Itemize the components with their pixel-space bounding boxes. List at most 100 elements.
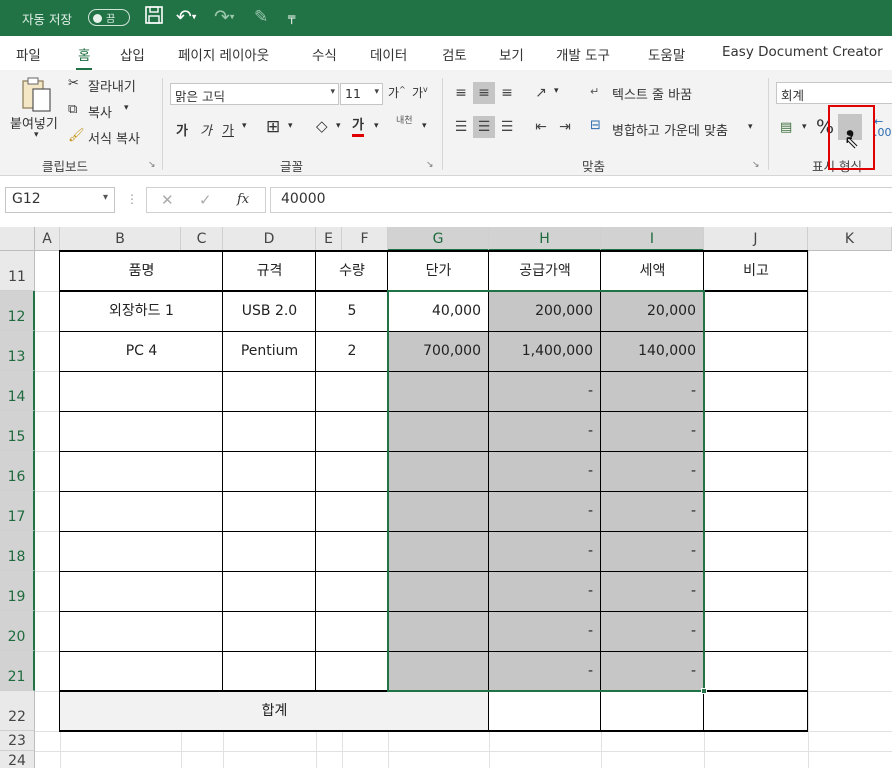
save-icon[interactable] [144,5,164,31]
shrink-font-icon[interactable]: 가v [412,84,428,101]
font-size-combo[interactable]: 11 ▾ [340,83,383,105]
column-header-k[interactable]: K [808,227,892,251]
row-header-19[interactable]: 19 [0,571,35,611]
number-format-combo[interactable]: 회계 [776,82,892,104]
paste-dropdown-icon[interactable]: ▾ [34,130,39,140]
row-header-15[interactable]: 15 [0,411,35,451]
column-header-h[interactable]: H [489,227,601,251]
copy-button[interactable]: 복사 [88,102,112,121]
font-color-dropdown-icon[interactable]: ▾ [374,121,379,131]
tab-home[interactable]: 홈 [75,44,93,71]
row-header-18[interactable]: 18 [0,531,35,571]
row-header-21[interactable]: 21 [0,651,35,691]
fill-handle[interactable] [701,688,707,694]
cancel-icon[interactable]: ✕ [161,191,174,209]
merge-center-icon[interactable]: ⊟ [590,118,601,133]
tab-help[interactable]: 도움말 [648,44,685,64]
row-header-17[interactable]: 17 [0,491,35,531]
tab-insert[interactable]: 삽입 [120,44,145,64]
enter-icon[interactable]: ✓ [199,191,212,209]
cell-qty[interactable]: 2 [316,331,388,371]
column-header-i[interactable]: I [601,227,704,251]
cell-qty[interactable]: 5 [316,291,388,331]
row-header-14[interactable]: 14 [0,371,35,411]
formula-input[interactable]: 40000 [270,187,892,213]
align-center-icon[interactable]: ☰ [473,116,495,138]
format-painter-button[interactable]: 서식 복사 [88,128,140,147]
format-painter-icon[interactable]: 🖌 [68,128,85,143]
phonetic-guide-button[interactable]: 내천 [396,116,413,126]
borders-icon[interactable]: ⊞ [266,117,280,137]
paste-icon[interactable] [20,76,54,118]
tab-data[interactable]: 데이터 [370,44,407,64]
column-header-f[interactable]: F [342,227,388,251]
column-header-j[interactable]: J [704,227,808,251]
row-header-11[interactable]: 11 [0,251,35,291]
column-header-d[interactable]: D [223,227,316,251]
redo-icon[interactable]: ↷▾ [214,5,234,30]
row-header-13[interactable]: 13 [0,331,35,371]
align-bottom-icon[interactable]: ≡ [496,82,518,104]
cell-item[interactable]: PC 4 [60,331,223,371]
accounting-format-icon[interactable]: ▤ [780,120,792,135]
borders-dropdown-icon[interactable]: ▾ [288,121,293,131]
tab-developer[interactable]: 개발 도구 [556,44,610,64]
grow-font-icon[interactable]: 가^ [388,84,406,101]
column-header-g[interactable]: G [388,227,489,251]
font-color-button[interactable]: 가 [352,118,364,137]
tab-easy-document-creator[interactable]: Easy Document Creator [722,44,883,60]
orientation-icon[interactable]: ↗ [530,82,552,104]
row-header-24[interactable]: 24 [0,751,35,768]
fill-color-icon[interactable]: ◇ [316,117,328,135]
cell-spec[interactable]: Pentium [223,331,316,371]
name-box[interactable]: G12 ▾ [5,187,115,213]
tab-review[interactable]: 검토 [442,44,467,64]
accounting-dropdown-icon[interactable]: ▾ [802,122,807,132]
increase-indent-icon[interactable]: ⇥ [554,116,576,138]
copy-dropdown-icon[interactable]: ▾ [124,103,129,113]
cell-spec[interactable]: USB 2.0 [223,291,316,331]
autosave-toggle[interactable]: 끔 [88,9,130,26]
table-header-note[interactable]: 비고 [704,251,808,291]
underline-button[interactable]: 가 [222,120,234,139]
table-header-unit-price[interactable]: 단가 [388,251,489,291]
alignment-launcher-icon[interactable]: ↘ [752,160,760,170]
column-header-a[interactable]: A [35,227,60,251]
merge-center-button[interactable]: 병합하고 가운데 맞춤 [612,120,728,139]
table-header-supply[interactable]: 공급가액 [489,251,601,291]
cut-icon[interactable]: ✂ [68,76,79,91]
font-name-combo[interactable]: 맑은 고딕 ▾ [170,83,339,105]
align-middle-icon[interactable]: ≡ [473,82,495,104]
row-header-12[interactable]: 12 [0,291,35,331]
tab-formulas[interactable]: 수식 [312,44,337,64]
insert-function-icon[interactable]: fx [237,192,249,207]
column-header-e[interactable]: E [316,227,342,251]
wrap-text-button[interactable]: 텍스트 줄 바꿈 [612,84,692,103]
font-launcher-icon[interactable]: ↘ [426,160,434,170]
wrap-text-icon[interactable]: ↵ [590,85,599,98]
select-all-corner[interactable] [0,227,35,251]
orientation-dropdown-icon[interactable]: ▾ [554,86,559,96]
tab-view[interactable]: 보기 [499,44,524,64]
pen-icon[interactable]: ✎ [254,5,268,29]
total-label[interactable]: 합계 [60,691,489,731]
row-header-22[interactable]: 22 [0,691,35,731]
table-header-qty[interactable]: 수량 [316,251,388,291]
copy-icon[interactable]: ⧉ [68,102,77,117]
customize-toolbar-icon[interactable]: ╤ [288,5,295,29]
italic-button[interactable]: 가 [200,120,212,139]
tab-page-layout[interactable]: 페이지 레이아웃 [178,44,269,64]
table-header-spec[interactable]: 규격 [223,251,316,291]
column-header-c[interactable]: C [181,227,223,251]
table-header-item[interactable]: 품명 [60,251,223,291]
table-header-tax[interactable]: 세액 [601,251,704,291]
row-header-20[interactable]: 20 [0,611,35,651]
row-header-16[interactable]: 16 [0,451,35,491]
align-top-icon[interactable]: ≡ [450,82,472,104]
fill-color-dropdown-icon[interactable]: ▾ [336,121,341,131]
worksheet-grid[interactable]: A B C D E F G H I J K 11 12 13 14 15 16 17 18 19 20 21 22 23 24 품… [0,227,892,768]
tab-file[interactable]: 파일 [16,44,41,64]
row-header-23[interactable]: 23 [0,731,35,751]
cell-unit-price-active[interactable]: 40,000 [388,291,489,331]
phonetic-dropdown-icon[interactable]: ▾ [422,121,427,131]
